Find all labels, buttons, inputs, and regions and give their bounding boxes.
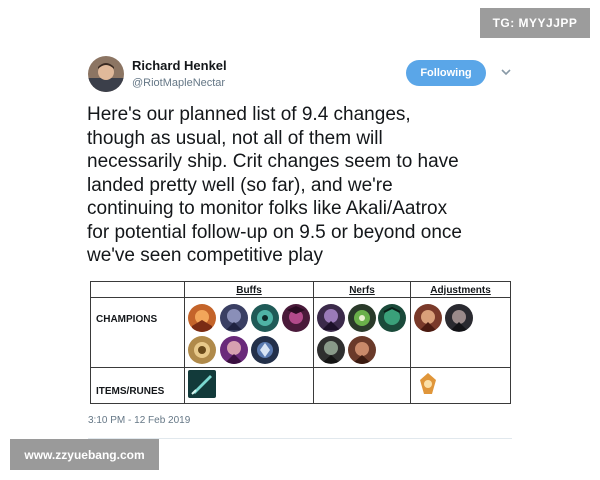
champion-portrait-icon [317, 304, 345, 332]
tweet-line: Here's our planned list of 9.4 changes, [87, 104, 411, 125]
tweet-timestamp[interactable]: 3:10 PM - 12 Feb 2019 [88, 415, 190, 426]
table-border-right [510, 281, 511, 404]
table-col-divider [313, 281, 314, 404]
row-label-items-runes: ITEMS/RUNES [96, 386, 165, 397]
champion-portrait-icon [378, 304, 406, 332]
table-border-header [90, 297, 511, 298]
champion-portrait-icon [348, 336, 376, 364]
author-name[interactable]: Richard Henkel [132, 58, 227, 73]
table-border-bottom [90, 403, 511, 404]
tweet-text: Here's our planned list of 9.4 changes, … [87, 103, 527, 268]
row-label-champions: CHAMPIONS [96, 314, 158, 325]
champion-portrait-icon [220, 336, 248, 364]
champion-portrait-icon [282, 304, 310, 332]
tweet-line: necessarily ship. Crit changes seem to h… [87, 151, 459, 172]
tweet-line: we've seen competitive play [87, 245, 323, 266]
table-col-divider [184, 281, 185, 404]
tweet-line: continuing to monitor folks like Akali/A… [87, 198, 448, 219]
column-header-buffs: Buffs [236, 285, 262, 296]
champion-portrait-icon [414, 304, 442, 332]
table-border-left [90, 281, 91, 404]
table-col-divider [410, 281, 411, 404]
champion-portrait-icon [251, 336, 279, 364]
watermark-top-right: TG: MYYJJPP [480, 8, 590, 38]
champion-portrait-icon [251, 304, 279, 332]
watermark-bottom-left: www.zzyuebang.com [10, 439, 159, 470]
table-border-row [90, 367, 511, 368]
avatar[interactable] [88, 56, 124, 92]
following-button[interactable]: Following [406, 60, 486, 86]
tweet-line: landed pretty well (so far), and we're [87, 174, 393, 196]
champion-portrait-icon [348, 304, 376, 332]
column-header-nerfs: Nerfs [349, 285, 375, 296]
tweet-line: though as usual, not all of them will [87, 127, 383, 149]
author-handle[interactable]: @RiotMapleNectar [132, 77, 225, 89]
champion-portrait-icon [317, 336, 345, 364]
champion-portrait-icon [188, 304, 216, 332]
tweet-line: for potential follow-up on 9.5 or beyond… [87, 221, 462, 243]
rune-icon [414, 370, 442, 398]
chevron-down-icon[interactable] [499, 65, 513, 79]
table-border-top [90, 281, 511, 282]
column-header-adjustments: Adjustments [430, 285, 491, 296]
champion-portrait-icon [188, 336, 216, 364]
champion-portrait-icon [445, 304, 473, 332]
champion-portrait-icon [220, 304, 248, 332]
item-icon [188, 370, 216, 398]
